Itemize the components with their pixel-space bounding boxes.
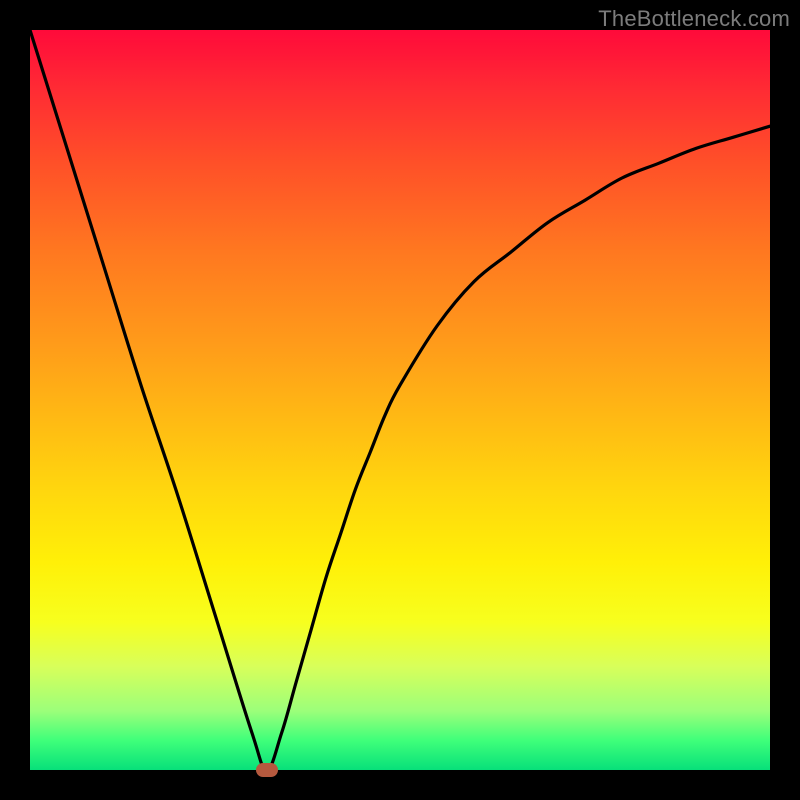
curve-svg bbox=[30, 30, 770, 770]
chart-container: TheBottleneck.com bbox=[0, 0, 800, 800]
plot-area bbox=[30, 30, 770, 770]
watermark-text: TheBottleneck.com bbox=[598, 6, 790, 32]
optimal-point-marker bbox=[256, 763, 278, 777]
bottleneck-curve bbox=[30, 30, 770, 770]
